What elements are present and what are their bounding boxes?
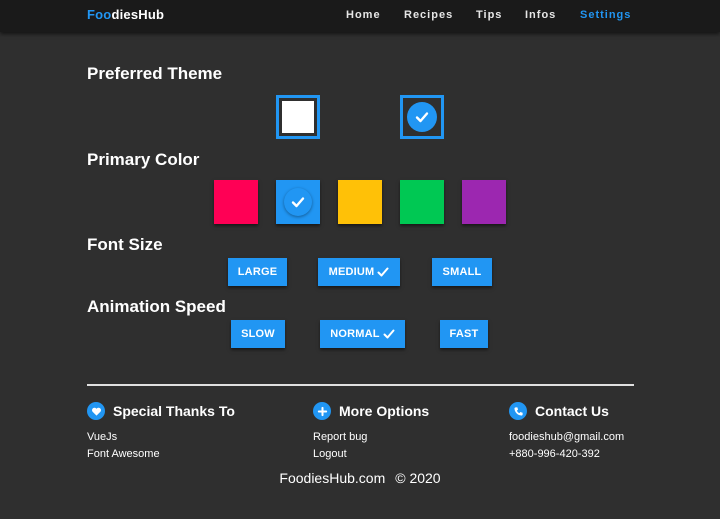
font-large-button[interactable]: LARGE — [228, 258, 287, 286]
speed-fast-button[interactable]: FAST — [440, 320, 488, 348]
font-section-title: Font Size — [87, 235, 163, 254]
nav-infos[interactable]: Infos — [525, 9, 556, 21]
check-icon — [377, 267, 389, 277]
footer-contact-header: Contact Us — [509, 402, 609, 420]
font-small-button[interactable]: SMALL — [432, 258, 492, 286]
navbar: FoodiesHub Home Recipes Tips Infos Setti… — [0, 0, 720, 32]
footer-link-logout[interactable]: Logout — [313, 448, 347, 460]
footer-link-vuejs[interactable]: VueJs — [87, 431, 117, 443]
footer-contact-title: Contact Us — [535, 403, 609, 419]
check-icon — [284, 188, 312, 216]
footer-more-header: More Options — [313, 402, 429, 420]
copyright: FoodiesHub.com © 2020 — [0, 470, 720, 486]
theme-light-option[interactable] — [276, 95, 320, 139]
color-swatch-red[interactable] — [214, 180, 258, 224]
brand-logo[interactable]: FoodiesHub — [87, 7, 164, 22]
phone-icon — [509, 402, 527, 420]
footer-phone[interactable]: +880-996-420-392 — [509, 448, 600, 460]
theme-dark-option[interactable] — [400, 95, 444, 139]
footer-divider — [87, 384, 634, 386]
font-medium-button[interactable]: MEDIUM — [318, 258, 400, 286]
color-swatch-yellow[interactable] — [338, 180, 382, 224]
footer-link-fontawesome[interactable]: Font Awesome — [87, 448, 160, 460]
copyright-site[interactable]: FoodiesHub.com — [279, 470, 385, 486]
footer-link-report-bug[interactable]: Report bug — [313, 431, 367, 443]
plus-icon — [313, 402, 331, 420]
color-swatch-blue[interactable] — [276, 180, 320, 224]
heart-icon — [87, 402, 105, 420]
nav-settings[interactable]: Settings — [580, 9, 631, 21]
footer-thanks-title: Special Thanks To — [113, 403, 235, 419]
nav-tips[interactable]: Tips — [476, 9, 502, 21]
color-swatch-purple[interactable] — [462, 180, 506, 224]
footer-email[interactable]: foodieshub@gmail.com — [509, 431, 624, 443]
footer-thanks-header: Special Thanks To — [87, 402, 235, 420]
check-icon — [407, 102, 437, 132]
theme-light-swatch — [282, 101, 314, 133]
check-icon — [383, 329, 395, 339]
nav-home[interactable]: Home — [346, 9, 381, 21]
nav-recipes[interactable]: Recipes — [404, 9, 453, 21]
color-swatch-green[interactable] — [400, 180, 444, 224]
speed-slow-button[interactable]: SLOW — [231, 320, 285, 348]
footer-more-title: More Options — [339, 403, 430, 419]
theme-section-title: Preferred Theme — [87, 64, 223, 83]
speed-normal-button[interactable]: NORMAL — [320, 320, 405, 348]
animation-section-title: Animation Speed — [87, 297, 226, 316]
color-section-title: Primary Color — [87, 150, 200, 169]
copyright-year: © 2020 — [395, 470, 441, 486]
